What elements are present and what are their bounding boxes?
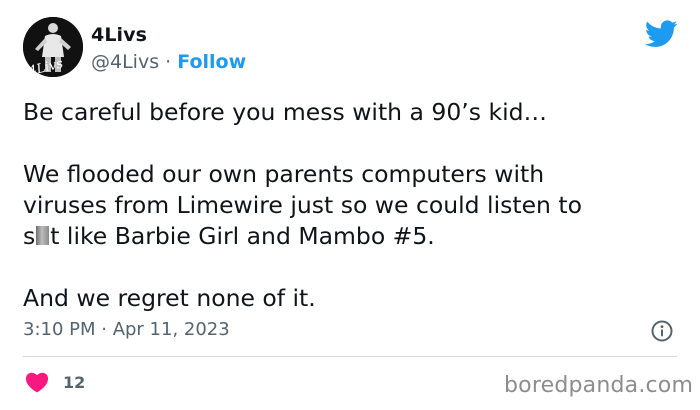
tweet-text-line: viruses from Limewire just so we could l… [23,191,582,219]
info-icon[interactable] [650,319,674,343]
author-display-name[interactable]: 4Livs [91,24,147,46]
heart-icon[interactable] [25,371,49,393]
divider [23,356,677,357]
text-fragment: s [23,222,36,250]
twitter-bird-icon[interactable] [645,20,678,48]
text-fragment: t like Barbie Girl and Mambo #5. [50,222,435,250]
author-handle-row: @4Livs · Follow [91,51,246,73]
tweet-text-line: And we regret none of it. [23,284,316,312]
watermark: boredpanda.com [504,373,694,398]
avatar[interactable]: 4Livs [23,17,83,77]
tweet-text-line: We flooded our own parents computers wit… [23,160,545,188]
tweet-text-line: s t like Barbie Girl and Mambo #5. [23,221,663,252]
author-handle[interactable]: @4Livs [91,51,159,73]
follow-button[interactable]: Follow [177,51,246,73]
tweet-text: Be careful before you mess with a 90’s k… [23,97,663,314]
tweet-text-line: Be careful before you mess with a 90’s k… [23,98,548,126]
like-count: 12 [63,373,86,392]
separator-dot: · [165,51,172,73]
censor-blur [36,226,50,245]
tweet-timestamp[interactable]: 3:10 PM · Apr 11, 2023 [23,319,230,340]
tweet-card: 4Livs 4Livs @4Livs · Follow Be careful b… [0,0,700,410]
